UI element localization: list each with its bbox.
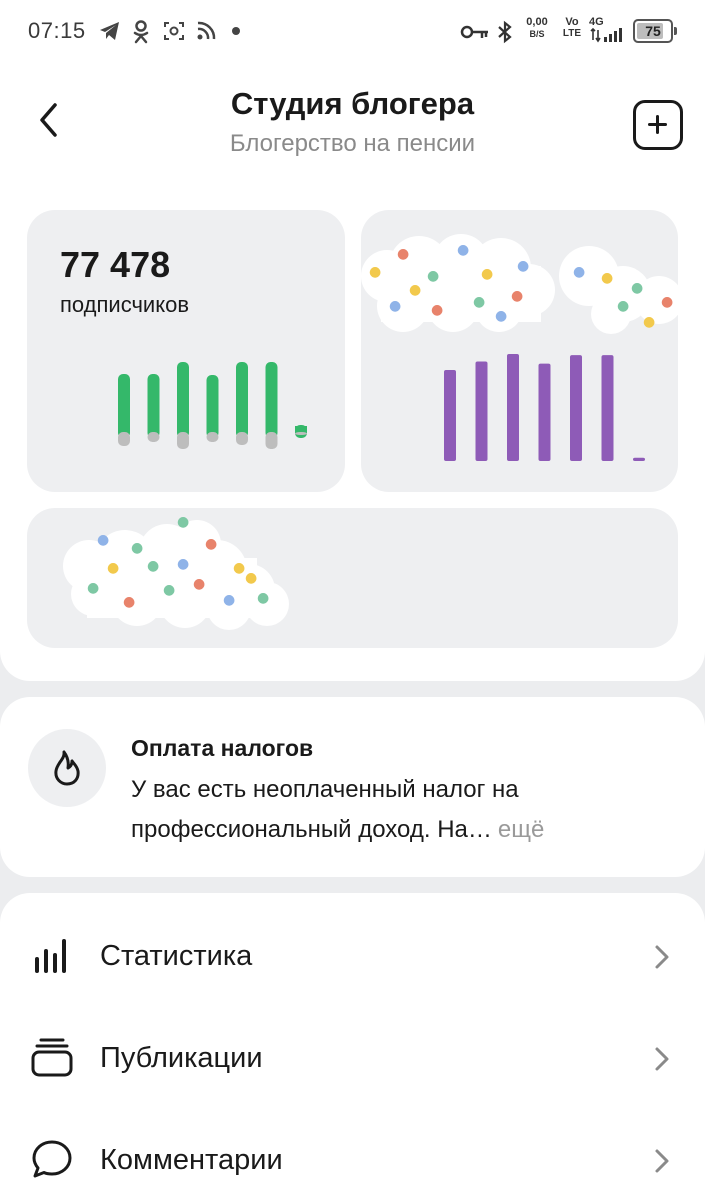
- bar-subscribers-loss: [295, 432, 307, 435]
- svg-text:●: ●: [631, 280, 643, 296]
- bar-subscribers-loss: [118, 432, 130, 446]
- svg-text:●: ●: [147, 558, 159, 574]
- privacy-sticker: ●●● ●●● ● ● ● ● ●● ●●● ●●●: [361, 234, 678, 334]
- stack-icon: [31, 1038, 73, 1077]
- svg-text:●: ●: [573, 264, 585, 280]
- status-bar: 07:15 0,00 B/S Vo LTE 4G 75: [0, 0, 705, 64]
- svg-text:●: ●: [517, 258, 529, 274]
- bar-subscribers-loss: [236, 432, 248, 445]
- balance-card[interactable]: ● ● ● ● ● ● ● ● ● ● ● ● ● ● ●: [27, 508, 678, 648]
- bar-joint: [295, 426, 307, 432]
- chevron-right-icon: [655, 1047, 669, 1071]
- telegram-icon: [100, 22, 119, 40]
- dot-icon: [232, 27, 240, 35]
- blogger-studio-panel: Студия блогера Блогерство на пенсии 77 4…: [0, 64, 705, 681]
- svg-text:●: ●: [397, 246, 409, 262]
- svg-text:●: ●: [177, 556, 189, 572]
- tax-text: У вас есть неоплаченный налог на професс…: [131, 770, 651, 850]
- svg-text:●: ●: [97, 532, 109, 548]
- bar-joint: [147, 426, 160, 432]
- svg-text:●: ●: [409, 282, 421, 298]
- subscribers-card[interactable]: 77 478 подписчиков: [27, 210, 345, 492]
- svg-text:●: ●: [511, 288, 523, 304]
- tax-description: У вас есть неоплаченный налог на професс…: [131, 776, 519, 843]
- page-title: Студия блогера: [230, 86, 475, 121]
- menu-item-label: Статистика: [100, 940, 253, 972]
- subscribers-chart: [118, 362, 307, 449]
- svg-text:●: ●: [661, 294, 673, 310]
- speed-value: 0,00: [526, 16, 548, 28]
- svg-text:●: ●: [643, 314, 655, 330]
- svg-text:●: ●: [389, 298, 401, 314]
- odnoklassniki-icon: [133, 20, 149, 44]
- status-time: 07:15: [28, 18, 86, 43]
- svg-text:●: ●: [205, 536, 217, 552]
- rss-icon: [197, 21, 216, 40]
- bar-subscribers-loss: [147, 432, 160, 442]
- svg-text:●: ●: [223, 592, 235, 608]
- signal-icon: [590, 27, 622, 43]
- volte-top: Vo: [565, 16, 579, 28]
- svg-text:●: ●: [457, 242, 469, 258]
- svg-text:●: ●: [473, 294, 485, 310]
- volte-bottom: LTE: [562, 28, 582, 39]
- add-publication-button[interactable]: [633, 100, 683, 150]
- menu-item-statistics[interactable]: Статистика: [0, 907, 705, 1009]
- svg-text:●: ●: [245, 570, 257, 586]
- key-icon: [460, 25, 488, 39]
- more-link[interactable]: ещё: [498, 816, 544, 843]
- svg-text:●: ●: [369, 264, 381, 280]
- menu-item-label: Комментарии: [100, 1144, 283, 1176]
- battery-icon: 75: [633, 19, 677, 43]
- comment-icon: [32, 1140, 72, 1178]
- svg-text:●: ●: [617, 298, 629, 314]
- bar-subscribers-loss: [177, 432, 189, 449]
- svg-text:●: ●: [427, 268, 439, 284]
- menu-item-comments[interactable]: Комментарии: [0, 1111, 705, 1200]
- views-card[interactable]: ● ● ● ● ● ● ● ● ● ● ● ● ● ● ● ● ● ●: [361, 210, 678, 492]
- bar-joint: [265, 426, 278, 432]
- screenshot-icon: [164, 22, 184, 40]
- menu-item-publications[interactable]: Публикации: [0, 1009, 705, 1111]
- bar-joint: [118, 426, 130, 432]
- chevron-right-icon: [655, 945, 669, 969]
- channel-name[interactable]: Блогерство на пенсии: [0, 130, 705, 158]
- bar-joint: [206, 426, 219, 432]
- svg-text:●: ●: [107, 560, 119, 576]
- studio-menu: Статистика Публикации Комментарии: [0, 893, 705, 1200]
- volte-indicator: Vo LTE: [561, 16, 583, 40]
- chevron-right-icon: [655, 1149, 669, 1173]
- svg-text:●: ●: [193, 576, 205, 592]
- menu-item-label: Публикации: [100, 1042, 263, 1074]
- flame-icon: [54, 750, 80, 786]
- svg-text:●: ●: [601, 270, 613, 286]
- svg-text:●: ●: [163, 582, 175, 598]
- bluetooth-icon: [498, 20, 512, 44]
- bar-chart-icon: [35, 939, 66, 973]
- svg-text:●: ●: [87, 580, 99, 596]
- svg-text:●: ●: [177, 514, 189, 530]
- bar-joint: [177, 426, 189, 432]
- speed-unit: B/S: [529, 29, 545, 39]
- svg-text:●: ●: [123, 594, 135, 610]
- bar-subscribers-loss: [265, 432, 278, 449]
- svg-text:●: ●: [431, 302, 443, 318]
- svg-text:●: ●: [481, 266, 493, 282]
- svg-text:●: ●: [257, 590, 269, 606]
- bar-subscribers-loss: [206, 432, 219, 442]
- svg-text:●: ●: [233, 560, 245, 576]
- svg-text:●: ●: [131, 540, 143, 556]
- tax-title: Оплата налогов: [131, 735, 314, 761]
- battery-level: 75: [645, 23, 661, 39]
- svg-text:●: ●: [495, 308, 507, 324]
- network-speed: 0,00 B/S: [522, 16, 552, 40]
- bar-joint: [236, 426, 248, 432]
- tax-notice[interactable]: Оплата налогов У вас есть неоплаченный н…: [0, 697, 705, 877]
- privacy-sticker: ●●● ●● ● ● ●● ●● ● ● ●●: [63, 514, 289, 630]
- tax-icon-badge: [28, 729, 106, 807]
